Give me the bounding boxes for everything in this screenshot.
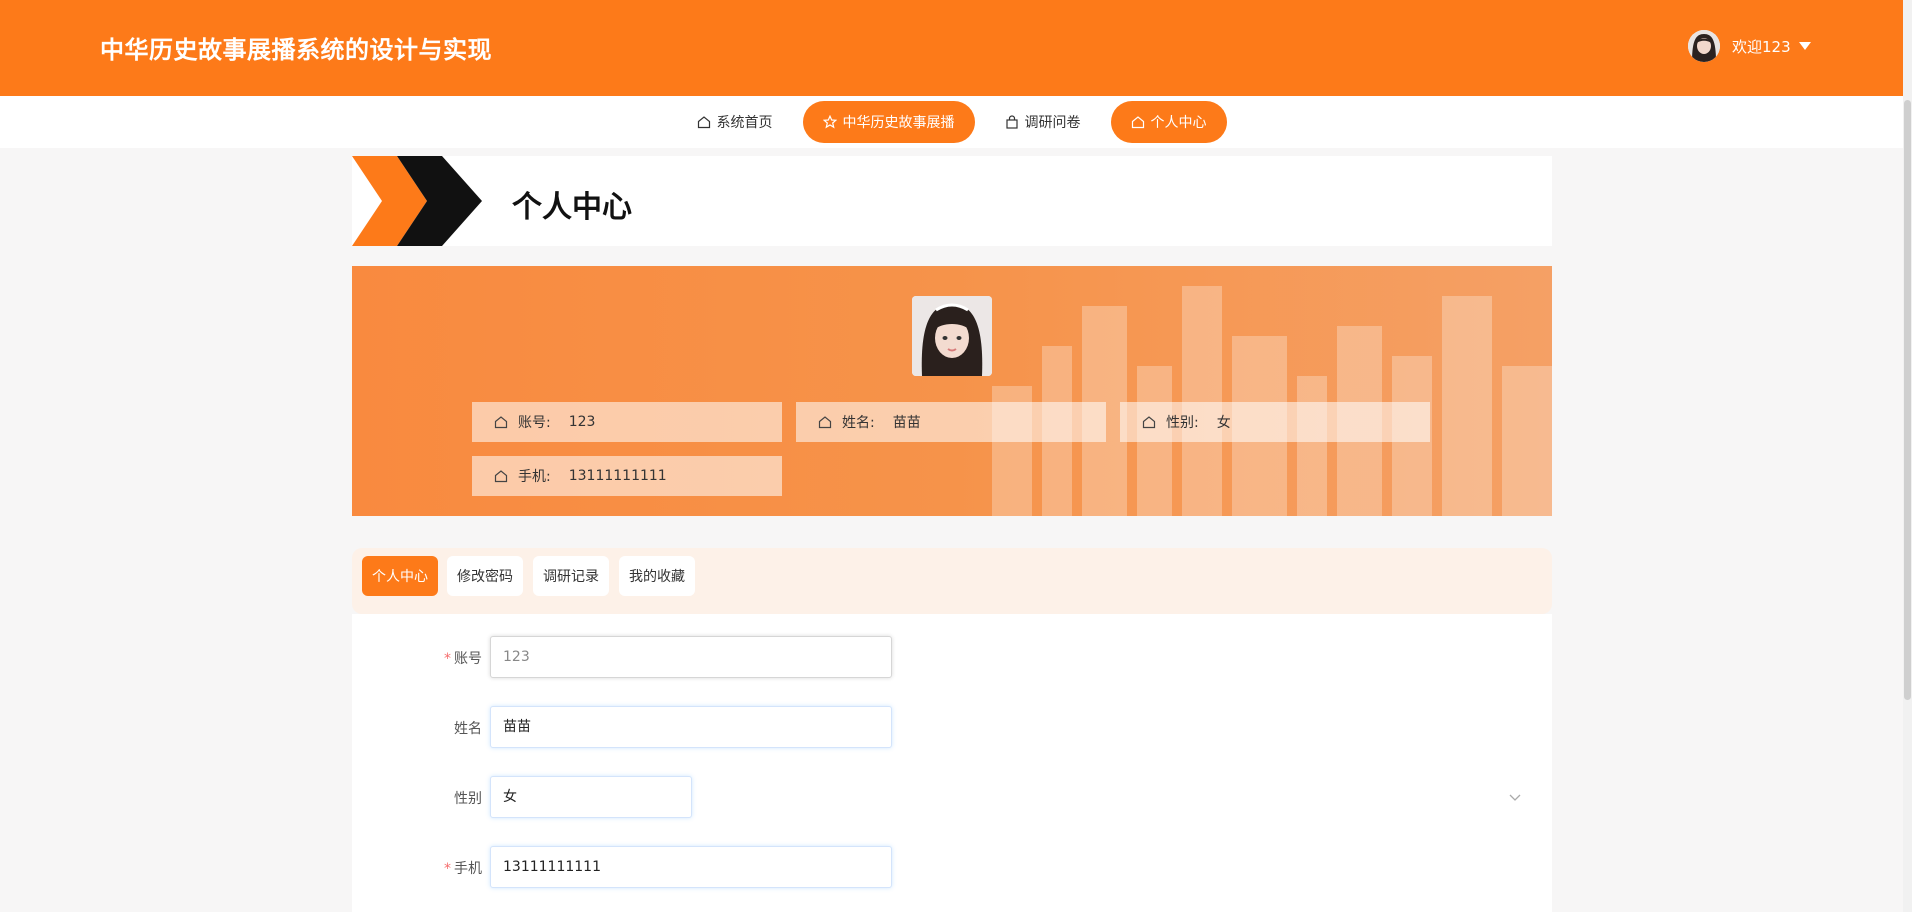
info-label: 性别: xyxy=(1166,415,1199,431)
home-icon xyxy=(494,416,508,429)
info-value: 女 xyxy=(1216,415,1231,431)
skyline-image xyxy=(992,286,1552,516)
info-gender: 性别: 女 xyxy=(1120,402,1430,442)
user-menu[interactable]: 欢迎123 xyxy=(1688,28,1811,64)
profile-tabs: 个人中心 修改密码 调研记录 我的收藏 xyxy=(352,548,1552,614)
user-avatar[interactable] xyxy=(1688,30,1720,62)
form-row-name: 姓名 苗苗 xyxy=(352,706,1552,748)
gender-label: 性别 xyxy=(454,791,482,807)
info-label: 账号: xyxy=(518,415,551,431)
chevron-banner-icon xyxy=(352,156,482,246)
tab-profile[interactable]: 个人中心 xyxy=(362,556,438,596)
info-value: 13111111111 xyxy=(568,468,667,484)
info-label: 姓名: xyxy=(842,415,875,431)
info-label: 手机: xyxy=(518,469,551,485)
home-icon xyxy=(697,116,710,129)
info-phone: 手机: 13111111111 xyxy=(472,456,782,496)
top-header: 中华历史故事展播系统的设计与实现 欢迎123 xyxy=(0,0,1903,96)
welcome-text[interactable]: 欢迎123 xyxy=(1732,36,1791,57)
home-icon xyxy=(818,416,832,429)
home-icon xyxy=(1142,416,1156,429)
info-value: 123 xyxy=(568,414,596,430)
home-icon xyxy=(494,470,508,483)
name-label: 姓名 xyxy=(454,721,482,737)
home-icon xyxy=(1131,116,1144,129)
form-row-gender: 性别 女 xyxy=(352,776,1552,818)
chevron-down-icon[interactable] xyxy=(1508,790,1522,804)
scrollbar-thumb[interactable] xyxy=(1904,100,1911,700)
nav-item-label: 个人中心 xyxy=(1150,115,1207,131)
tab-change-password[interactable]: 修改密码 xyxy=(447,556,523,596)
nav-item-label: 系统首页 xyxy=(716,115,773,131)
nav-bar: 系统首页 中华历史故事展播 调研问卷 个人中心 xyxy=(0,96,1903,148)
name-field[interactable]: 苗苗 xyxy=(490,706,892,748)
info-name: 姓名: 苗苗 xyxy=(796,402,1106,442)
account-label: * 账号 xyxy=(444,651,482,667)
nav-item-survey[interactable]: 调研问卷 xyxy=(985,101,1101,143)
info-account: 账号: 123 xyxy=(472,402,782,442)
star-icon xyxy=(822,115,837,129)
page-header: 个人中心 xyxy=(352,156,1552,246)
gender-select[interactable]: 女 xyxy=(490,776,692,818)
nav-item-home[interactable]: 系统首页 xyxy=(677,101,793,143)
nav-item-label: 调研问卷 xyxy=(1024,115,1081,131)
profile-avatar xyxy=(912,296,992,376)
nav-item-profile[interactable]: 个人中心 xyxy=(1110,101,1227,143)
form-row-phone: * 手机 13111111111 xyxy=(352,846,1552,888)
nav-item-label: 中华历史故事展播 xyxy=(842,115,955,131)
page-scrollbar[interactable] xyxy=(1903,0,1912,912)
phone-field[interactable]: 13111111111 xyxy=(490,846,892,888)
account-field[interactable]: 123 xyxy=(490,636,892,678)
info-value: 苗苗 xyxy=(892,415,921,431)
site-title: 中华历史故事展播系统的设计与实现 xyxy=(100,36,492,64)
caret-down-icon[interactable] xyxy=(1798,42,1811,50)
profile-banner: 账号: 123 姓名: 苗苗 性别: 女 手机: 13111111111 xyxy=(352,266,1552,516)
bag-icon xyxy=(1005,115,1018,129)
tab-survey-records[interactable]: 调研记录 xyxy=(533,556,609,596)
tab-favorites[interactable]: 我的收藏 xyxy=(619,556,695,596)
form-row-account: * 账号 123 xyxy=(352,636,1552,678)
main-nav: 系统首页 中华历史故事展播 调研问卷 个人中心 xyxy=(0,101,1903,143)
nav-item-stories[interactable]: 中华历史故事展播 xyxy=(802,101,975,143)
phone-label: * 手机 xyxy=(444,861,482,877)
page-title: 个人中心 xyxy=(512,190,632,225)
profile-form: * 账号 123 姓名 苗苗 性别 女 * 手机 13111111111 xyxy=(352,614,1552,912)
